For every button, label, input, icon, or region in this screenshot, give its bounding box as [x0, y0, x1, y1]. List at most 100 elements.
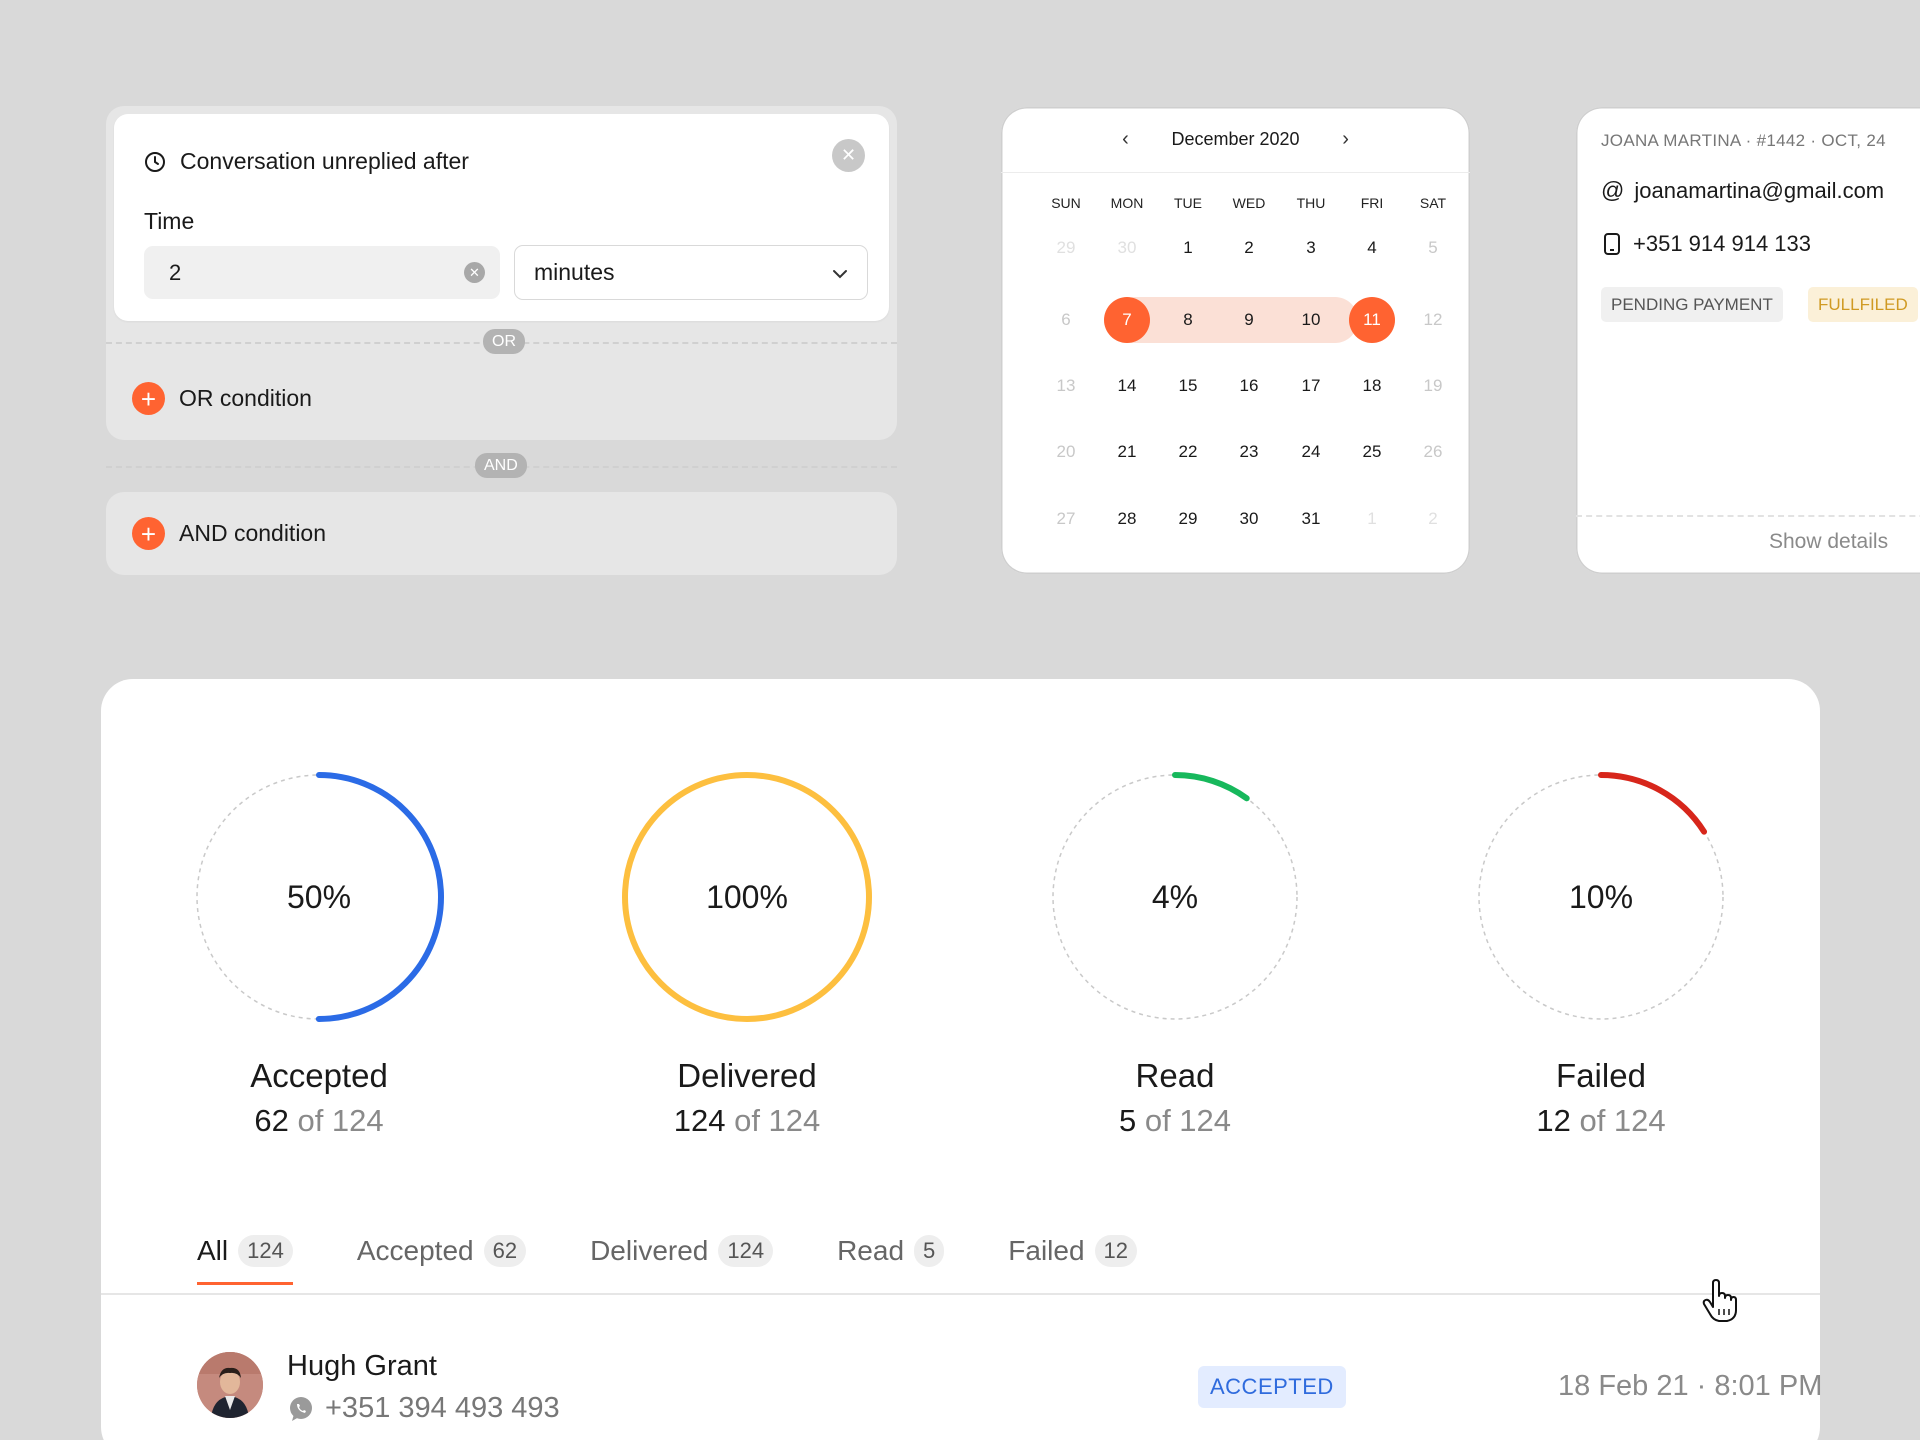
calendar-day[interactable]: 4 [1349, 225, 1395, 271]
stat-count: 62 of 124 [169, 1103, 469, 1139]
weekday-label: SUN [1051, 195, 1081, 211]
contact-email-row: @ joanamartina@gmail.com [1601, 177, 1884, 204]
calendar-day[interactable]: 16 [1226, 363, 1272, 409]
stat-count-total: of 124 [297, 1103, 384, 1138]
show-details-link[interactable]: Show details [1769, 530, 1888, 554]
calendar-day[interactable]: 12 [1410, 297, 1456, 343]
calendar-month: December 2020 [1171, 129, 1300, 149]
calendar-day[interactable]: 20 [1043, 429, 1089, 475]
calendar-day[interactable]: 26 [1410, 429, 1456, 475]
stat-name: Read [1135, 1057, 1215, 1094]
calendar-day[interactable]: 5 [1410, 225, 1456, 271]
tab-read[interactable]: Read 5 [837, 1235, 945, 1285]
calendar-day[interactable]: 2 [1410, 496, 1456, 542]
weekday-label: THU [1296, 195, 1326, 211]
or-pill: OR [483, 329, 525, 354]
add-or-condition-button[interactable]: + OR condition [132, 382, 312, 415]
calendar-day[interactable]: 29 [1043, 225, 1089, 271]
stat-name: Accepted [250, 1057, 388, 1094]
chevron-left-icon[interactable]: ‹ [1115, 128, 1135, 151]
percent-label: 100% [706, 878, 788, 915]
table-row[interactable]: Hugh Grant +351 394 493 493 ACCEPTED 18 … [197, 1350, 1822, 1430]
calendar-day[interactable]: 24 [1288, 429, 1334, 475]
calendar-day[interactable]: 21 [1104, 429, 1150, 475]
weekday-label: SAT [1419, 195, 1447, 211]
and-condition-group: + AND condition [106, 492, 897, 575]
condition-card: Conversation unreplied after ✕ Time 2 ✕ … [114, 114, 889, 321]
calendar-day[interactable]: 27 [1043, 496, 1089, 542]
tab-accepted[interactable]: Accepted 62 [357, 1235, 527, 1285]
tab-all[interactable]: All 124 [197, 1235, 293, 1285]
progress-ring: 4% [1047, 769, 1303, 1025]
calendar-day[interactable]: 9 [1226, 297, 1272, 343]
calendar-day[interactable]: 2 [1226, 225, 1272, 271]
calendar-day[interactable]: 30 [1226, 496, 1272, 542]
progress-ring: 100% [619, 769, 875, 1025]
calendar-day[interactable]: 30 [1104, 225, 1150, 271]
calendar-day[interactable]: 10 [1288, 297, 1334, 343]
unit-select[interactable]: minutes [514, 245, 868, 300]
clear-input-icon[interactable]: ✕ [464, 262, 485, 283]
calendar-day[interactable]: 22 [1165, 429, 1211, 475]
avatar [197, 1352, 263, 1418]
calendar-day[interactable]: 7 [1104, 297, 1150, 343]
at-icon: @ [1601, 177, 1625, 203]
calendar-day[interactable]: 31 [1288, 496, 1334, 542]
card-divider [1576, 515, 1920, 517]
stat-name: Failed [1556, 1057, 1646, 1094]
tab-count: 5 [914, 1235, 945, 1267]
contact-email[interactable]: joanamartina@gmail.com [1634, 178, 1884, 204]
calendar-day[interactable]: 17 [1288, 363, 1334, 409]
calendar-day[interactable]: 6 [1043, 297, 1089, 343]
calendar-day[interactable]: 11 [1349, 297, 1395, 343]
and-condition-label: AND condition [179, 520, 327, 546]
add-and-condition-button[interactable]: + AND condition [132, 517, 326, 550]
and-pill: AND [475, 453, 527, 478]
calendar-day[interactable]: 3 [1288, 225, 1334, 271]
calendar-day[interactable]: 8 [1165, 297, 1211, 343]
phone-icon [1604, 233, 1620, 255]
weekday-label: WED [1232, 195, 1266, 211]
percent-label: 4% [1151, 878, 1199, 915]
time-input[interactable]: 2 ✕ [144, 246, 500, 299]
calendar-day[interactable]: 15 [1165, 363, 1211, 409]
calendar-day[interactable]: 28 [1104, 496, 1150, 542]
time-value: 2 [169, 259, 182, 285]
calendar-day[interactable]: 14 [1104, 363, 1150, 409]
chevron-right-icon[interactable]: › [1336, 128, 1356, 151]
contact-phone[interactable]: +351 914 914 133 [1633, 231, 1811, 257]
chevron-down-icon [833, 270, 847, 279]
tab-delivered[interactable]: Delivered 124 [590, 1235, 774, 1285]
tag-fulfilled: FULLFILED [1808, 287, 1918, 322]
calendar-day[interactable]: 19 [1410, 363, 1456, 409]
percent-label: 50% [286, 878, 352, 915]
calendar-day[interactable]: 23 [1226, 429, 1272, 475]
calendar-day[interactable]: 29 [1165, 496, 1211, 542]
or-condition-label: OR condition [179, 385, 312, 411]
tag-pending-payment: PENDING PAYMENT [1601, 287, 1783, 322]
stat-count-total: of 124 [1144, 1103, 1232, 1138]
calendar-day[interactable]: 18 [1349, 363, 1395, 409]
tab-count: 124 [238, 1235, 293, 1267]
tab-label: Read [837, 1235, 905, 1266]
progress-ring: 10% [1473, 769, 1729, 1025]
calendar-day[interactable]: 13 [1043, 363, 1089, 409]
tabs-divider [101, 1293, 1820, 1295]
contact-phone-number: +351 394 493 493 [325, 1392, 560, 1424]
close-icon[interactable]: ✕ [832, 139, 865, 172]
hand-cursor-icon [1702, 1279, 1737, 1322]
tab-label: Delivered [590, 1235, 709, 1266]
stat-delivered: 100% Delivered 124 of 124 [597, 769, 897, 1139]
tab-failed[interactable]: Failed 12 [1008, 1235, 1138, 1285]
tab-label: Failed [1008, 1235, 1085, 1266]
row-timestamp: 18 Feb 21 · 8:01 PM [1558, 1370, 1823, 1402]
calendar-day[interactable]: 1 [1349, 496, 1395, 542]
unit-value: minutes [534, 259, 615, 285]
stat-count: 124 of 124 [597, 1103, 897, 1139]
calendar-day[interactable]: 1 [1165, 225, 1211, 271]
status-badge: ACCEPTED [1198, 1366, 1346, 1408]
stat-count-value: 12 [1536, 1103, 1571, 1138]
percent-label: 10% [1568, 878, 1634, 915]
condition-group: Conversation unreplied after ✕ Time 2 ✕ … [106, 106, 897, 440]
calendar-day[interactable]: 25 [1349, 429, 1395, 475]
